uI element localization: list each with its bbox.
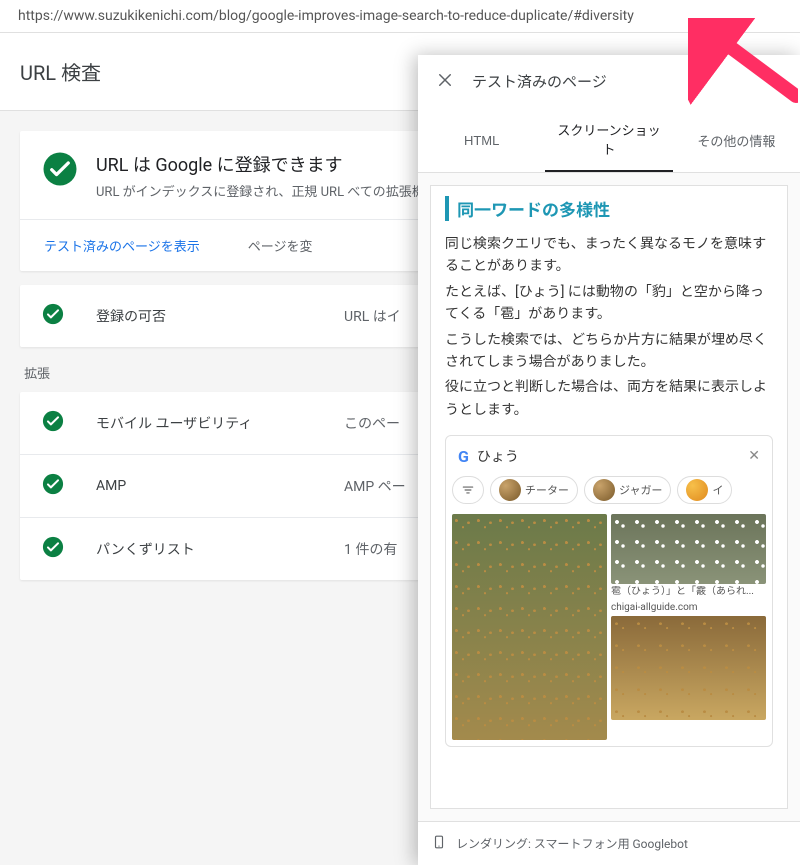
tab-html[interactable]: HTML [418,108,545,172]
view-tested-page-button[interactable]: テスト済みのページを表示 [20,220,224,271]
ext-row-label: パンくずリスト [96,539,326,559]
shot-searchbox: G ひょう ✕ チーター ジャガー イ 雹（ひょう）」と「霰（あられ... ch… [445,435,773,747]
search-chip: ジャガー [584,476,671,504]
filter-icon [452,476,484,504]
panel-footer: レンダリング: スマートフォン用 Googlebot [418,821,800,865]
result-thumb-hail [611,514,766,584]
check-circle-icon [42,536,78,562]
result-thumb-leopard [452,514,607,740]
shot-paragraph: たとえば、[ひょう] には動物の「豹」と空から降ってくる「雹」があります。 [445,281,773,326]
tested-page-panel: テスト済みのページ HTML スクリーンショット その他の情報 同一ワードの多様… [418,55,800,865]
clear-icon: ✕ [748,448,760,464]
registration-label: 登録の可否 [96,306,326,326]
panel-tabs: HTML スクリーンショット その他の情報 [418,108,800,173]
check-circle-icon [42,410,78,436]
panel-body: 同一ワードの多様性 同じ検索クエリでも、まったく異なるモノを意味することがありま… [418,173,800,821]
check-circle-icon [42,151,78,191]
url-bar[interactable]: https://www.suzukikenichi.com/blog/googl… [0,0,800,33]
rendered-screenshot: 同一ワードの多様性 同じ検索クエリでも、まったく異なるモノを意味することがありま… [430,185,788,809]
tab-other[interactable]: その他の情報 [673,108,800,172]
change-page-button[interactable]: ページを変 [224,220,337,271]
ext-row-value: AMP ペー [344,476,406,496]
google-g-icon: G [458,447,469,466]
shot-heading: 同一ワードの多様性 [445,196,773,221]
registration-value: URL はイ [344,306,401,326]
check-circle-icon [42,473,78,499]
ext-row-value: 1 件の有 [344,539,397,559]
search-query: ひょう [477,446,740,466]
panel-title: テスト済みのページ [472,71,607,92]
check-circle-icon [42,303,78,329]
ext-row-label: AMP [96,478,326,494]
result-thumb-leopard [611,616,766,720]
tab-screenshot[interactable]: スクリーンショット [545,108,672,172]
close-icon[interactable] [436,71,454,92]
smartphone-icon [432,832,446,855]
result-caption: chigai-allguide.com [611,600,766,616]
ext-row-label: モバイル ユーザビリティ [96,413,326,433]
search-chip: イ [677,476,732,504]
rendering-label: レンダリング: スマートフォン用 Googlebot [456,835,688,852]
result-caption: 雹（ひょう）」と「霰（あられ... [611,584,766,600]
search-chip: チーター [490,476,578,504]
shot-paragraph: こうした検索では、どちらか片方に結果が埋め尽くされてしまう場合がありました。 [445,329,773,374]
ext-row-value: このペー [344,413,400,433]
shot-paragraph: 役に立つと判断した場合は、両方を結果に表示しようとします。 [445,376,773,421]
shot-paragraph: 同じ検索クエリでも、まったく異なるモノを意味することがあります。 [445,233,773,278]
